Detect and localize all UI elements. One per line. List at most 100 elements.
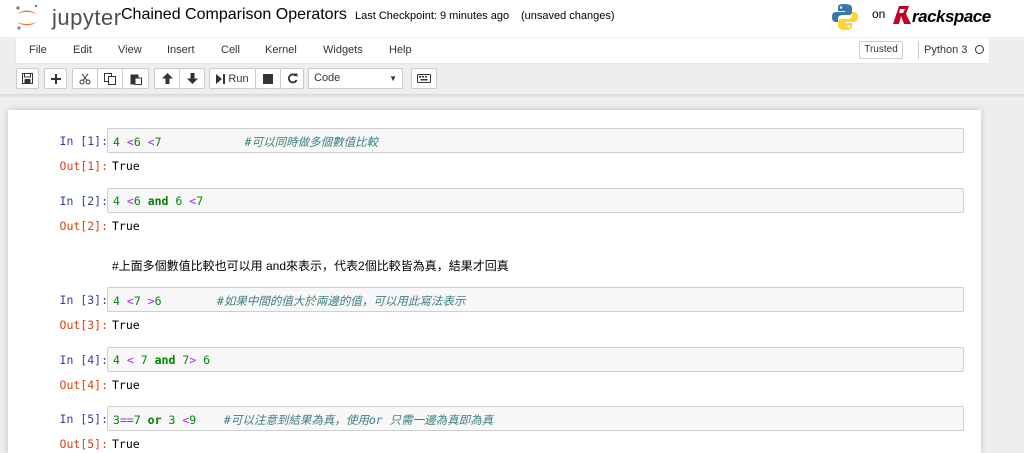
restart-icon [287, 73, 297, 84]
run-button-label: Run [228, 72, 249, 85]
autosave-status: (unsaved changes) [521, 10, 615, 22]
input-prompt: In [1]: [59, 134, 108, 148]
stop-icon [263, 73, 273, 84]
page-shadow [0, 94, 1024, 98]
input-prompt: In [3]: [59, 293, 108, 307]
code-keyword: or [147, 413, 162, 427]
code-number: 7 [133, 294, 141, 308]
trusted-badge[interactable]: Trusted [859, 41, 903, 59]
move-up-icon [161, 73, 173, 84]
kernel-name: Python 3 [924, 44, 968, 56]
markdown-cell[interactable]: #上面多個數值比較也可以用 and來表示，代表2個比較皆為真，結果才回真 [112, 257, 509, 274]
code-operator: < [126, 135, 134, 149]
insert-cell-button[interactable] [44, 68, 67, 89]
keyboard-icon [417, 74, 431, 83]
code-operator: < [147, 135, 155, 149]
cell-type-select[interactable]: Code ▼ [308, 68, 403, 89]
code-number: 4 [113, 294, 120, 308]
notebook-title[interactable]: Chained Comparison Operators [121, 6, 347, 24]
code-number: 6 [133, 135, 141, 149]
notebook-container: In [1]: 4 <6 <7 #可以同時做多個數值比較 Out[1]: Tru… [8, 110, 981, 453]
output-text: True [112, 159, 140, 173]
menu-cell[interactable]: Cell [221, 44, 240, 56]
code-number: 4 [113, 135, 120, 149]
run-button[interactable]: Run [209, 68, 256, 89]
code-text: 3==7 or 3 <9 #可以注意到結果為真，使用or 只需一邊為真即為真 [113, 412, 493, 428]
save-button[interactable] [16, 68, 39, 89]
code-number: 6 [203, 353, 211, 367]
code-input[interactable]: 4 <6 and 6 <7 [107, 188, 964, 213]
menubar: File Edit View Insert Cell Kernel Widget… [15, 38, 990, 64]
code-input[interactable]: 4 < 7 and 7> 6 [107, 347, 964, 372]
code-number: 4 [113, 194, 120, 208]
output-prompt: Out[2]: [59, 219, 108, 233]
code-input[interactable]: 3==7 or 3 <9 #可以注意到結果為真，使用or 只需一邊為真即為真 [107, 406, 964, 431]
output-prompt: Out[3]: [59, 318, 108, 332]
code-number: 7 [154, 135, 162, 149]
jupyter-logo[interactable]: jupyter [14, 3, 121, 31]
menu-view[interactable]: View [118, 44, 142, 56]
code-operator: < [126, 353, 134, 367]
menu-edit[interactable]: Edit [73, 44, 92, 56]
command-palette-button[interactable] [411, 68, 437, 89]
input-prompt: In [2]: [59, 194, 108, 208]
menu-widgets[interactable]: Widgets [323, 44, 363, 56]
output-text: True [112, 318, 140, 332]
move-down-button[interactable] [179, 68, 205, 89]
code-number: 3 [113, 413, 120, 427]
menu-insert[interactable]: Insert [167, 44, 195, 56]
rackspace-text: rackspace [912, 7, 991, 26]
cut-icon [79, 73, 91, 84]
code-comment: #如果中間的值大於兩邊的值，可以用此寫法表示 [216, 294, 466, 308]
cut-button[interactable] [72, 68, 98, 89]
paste-icon [130, 74, 142, 85]
copy-icon [104, 72, 116, 85]
kernel-divider [918, 41, 919, 59]
rackspace-logo: rackspace [891, 3, 991, 27]
interrupt-button[interactable] [255, 68, 281, 89]
code-input[interactable]: 4 <6 <7 #可以同時做多個數值比較 [107, 128, 964, 153]
output-text: True [112, 219, 140, 233]
run-icon [216, 73, 226, 84]
paste-button[interactable] [122, 68, 149, 89]
move-up-button[interactable] [154, 68, 180, 89]
hosted-on-label: on [872, 7, 886, 21]
code-operator: < [126, 194, 134, 208]
header: jupyter Chained Comparison Operators Las… [0, 0, 1024, 37]
menu-file[interactable]: File [29, 44, 47, 56]
code-comment: #可以同時做多個數值比較 [244, 135, 379, 149]
code-number: 6 [133, 194, 141, 208]
code-number: 4 [113, 353, 120, 367]
checkpoint-status: Last Checkpoint: 9 minutes ago [355, 10, 510, 22]
menu-help[interactable]: Help [389, 44, 412, 56]
code-operator: > [147, 294, 155, 308]
code-input[interactable]: 4 <7 >6 #如果中間的值大於兩邊的值，可以用此寫法表示 [107, 287, 964, 312]
restart-button[interactable] [280, 68, 304, 89]
code-keyword: and [147, 194, 169, 208]
code-text: 4 <6 and 6 <7 [113, 194, 203, 208]
python-logo-icon [832, 4, 858, 30]
code-number: 7 [133, 413, 141, 427]
menu-kernel[interactable]: Kernel [265, 44, 297, 56]
output-text: True [112, 437, 140, 451]
code-text: 4 <7 >6 #如果中間的值大於兩邊的值，可以用此寫法表示 [113, 293, 465, 309]
input-prompt: In [4]: [59, 353, 108, 367]
move-down-icon [186, 73, 198, 84]
input-prompt: In [5]: [59, 412, 108, 426]
code-keyword: and [154, 353, 176, 367]
jupyter-logo-text: jupyter [52, 5, 122, 30]
cell-type-value: Code [314, 72, 341, 84]
code-text: 4 < 7 and 7> 6 [113, 353, 210, 367]
copy-button[interactable] [97, 68, 123, 89]
